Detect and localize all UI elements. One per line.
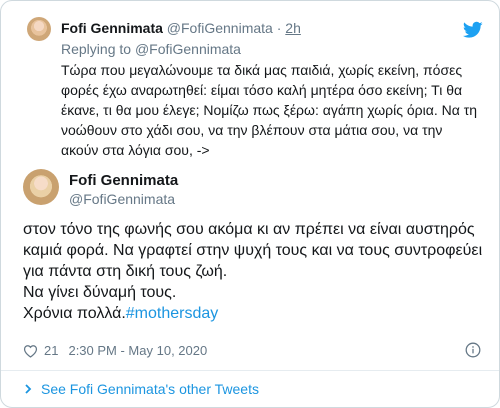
avatar[interactable] — [23, 169, 59, 205]
divider — [1, 370, 499, 371]
hashtag-link[interactable]: #mothersday — [126, 305, 219, 322]
author-handle[interactable]: @FofiGennimata — [69, 191, 175, 207]
chevron-right-icon — [25, 384, 32, 394]
like-count[interactable]: 21 — [44, 343, 58, 358]
avatar[interactable] — [27, 17, 51, 41]
heart-icon[interactable] — [23, 344, 38, 358]
tweet-text-line: Χρόνια πολλά. — [23, 305, 126, 322]
info-icon[interactable] — [465, 342, 481, 358]
replying-to-handle[interactable]: @FofiGennimata — [135, 41, 241, 57]
reply-tweet-text: Τώρα που μεγαλώνουμε τα δικά μας παιδιά,… — [61, 62, 478, 158]
reply-header: Fofi Gennimata @FofiGennimata · 2h — [61, 20, 301, 36]
see-other-tweets-label[interactable]: See Fofi Gennimata's other Tweets — [41, 381, 259, 397]
tweet-text-paragraph: Να γίνει δύναμή τους. — [23, 284, 177, 301]
see-other-tweets-link[interactable]: See Fofi Gennimata's other Tweets — [23, 381, 259, 397]
tweet-text-paragraph: Χρόνια πολλά.#mothersday — [23, 303, 483, 324]
tweet-time[interactable]: 2h — [285, 20, 301, 36]
tweet-meta: 21 2:30 PM - May 10, 2020 — [23, 343, 207, 358]
replying-to-label: Replying to — [61, 41, 135, 57]
tweet-text: στον τόνο της φωνής σου ακόμα κι αν πρέπ… — [23, 219, 483, 324]
author-name[interactable]: Fofi Gennimata — [61, 20, 163, 36]
tweet-text-paragraph: στον τόνο της φωνής σου ακόμα κι αν πρέπ… — [23, 221, 483, 280]
tweet-timestamp[interactable]: 2:30 PM - May 10, 2020 — [68, 343, 207, 358]
twitter-bird-icon[interactable] — [463, 21, 483, 39]
author-handle[interactable]: @FofiGennimata — [167, 20, 273, 36]
embedded-tweet-card: Fofi Gennimata @FofiGennimata · 2h Reply… — [0, 0, 500, 408]
separator-dot: · — [276, 20, 282, 36]
author-name[interactable]: Fofi Gennimata — [69, 172, 178, 189]
replying-to: Replying to @FofiGennimata — [61, 41, 241, 57]
